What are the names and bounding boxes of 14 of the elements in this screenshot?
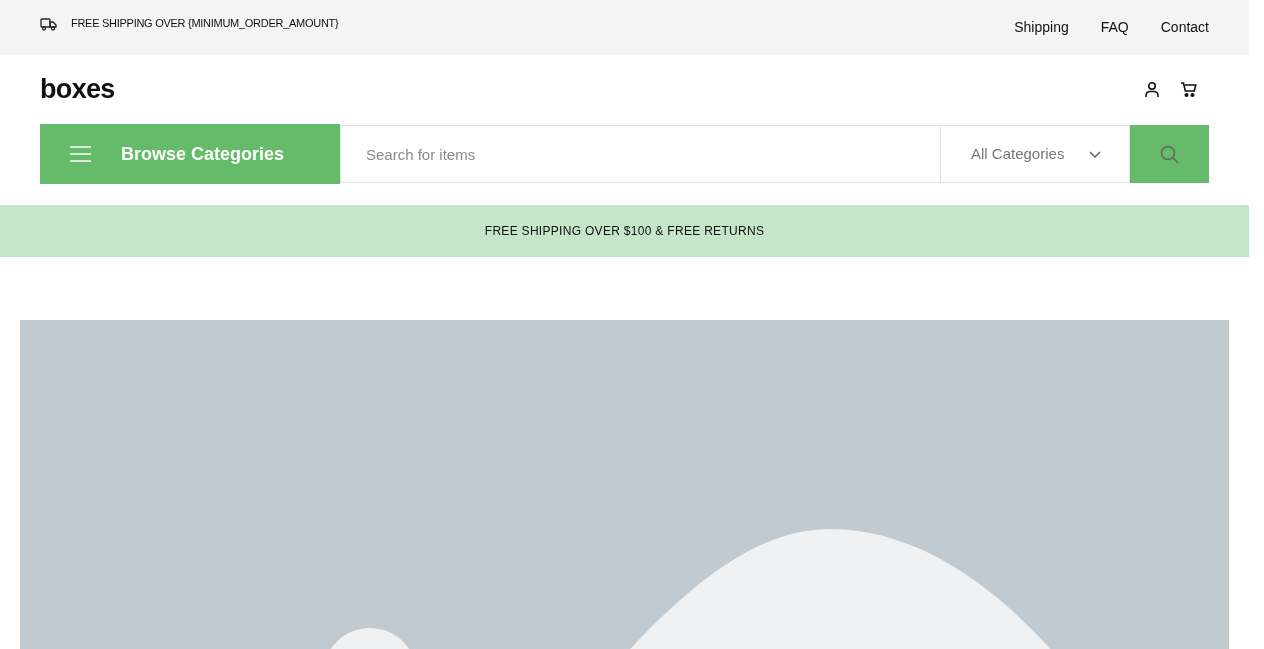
promo-banner: FREE SHIPPING OVER $100 & FREE RETURNS xyxy=(0,205,1249,257)
user-icon[interactable] xyxy=(1144,81,1160,98)
search-field[interactable]: Search for items xyxy=(340,125,940,183)
cart-icon[interactable] xyxy=(1180,81,1197,98)
truck-icon xyxy=(40,16,57,31)
shipping-notice: FREE SHIPPING OVER {MINIMUM_ORDER_AMOUNT} xyxy=(71,16,339,32)
menu-icon xyxy=(70,146,91,162)
chevron-down-icon xyxy=(1089,150,1101,158)
top-nav-link[interactable]: Shipping xyxy=(1014,17,1069,38)
search-icon xyxy=(1160,144,1179,164)
logo[interactable]: boxes xyxy=(40,69,115,110)
category-select[interactable]: All Categories xyxy=(940,125,1130,183)
top-nav-link[interactable]: Contact xyxy=(1160,17,1209,38)
top-nav-link[interactable]: FAQ xyxy=(1100,17,1129,38)
